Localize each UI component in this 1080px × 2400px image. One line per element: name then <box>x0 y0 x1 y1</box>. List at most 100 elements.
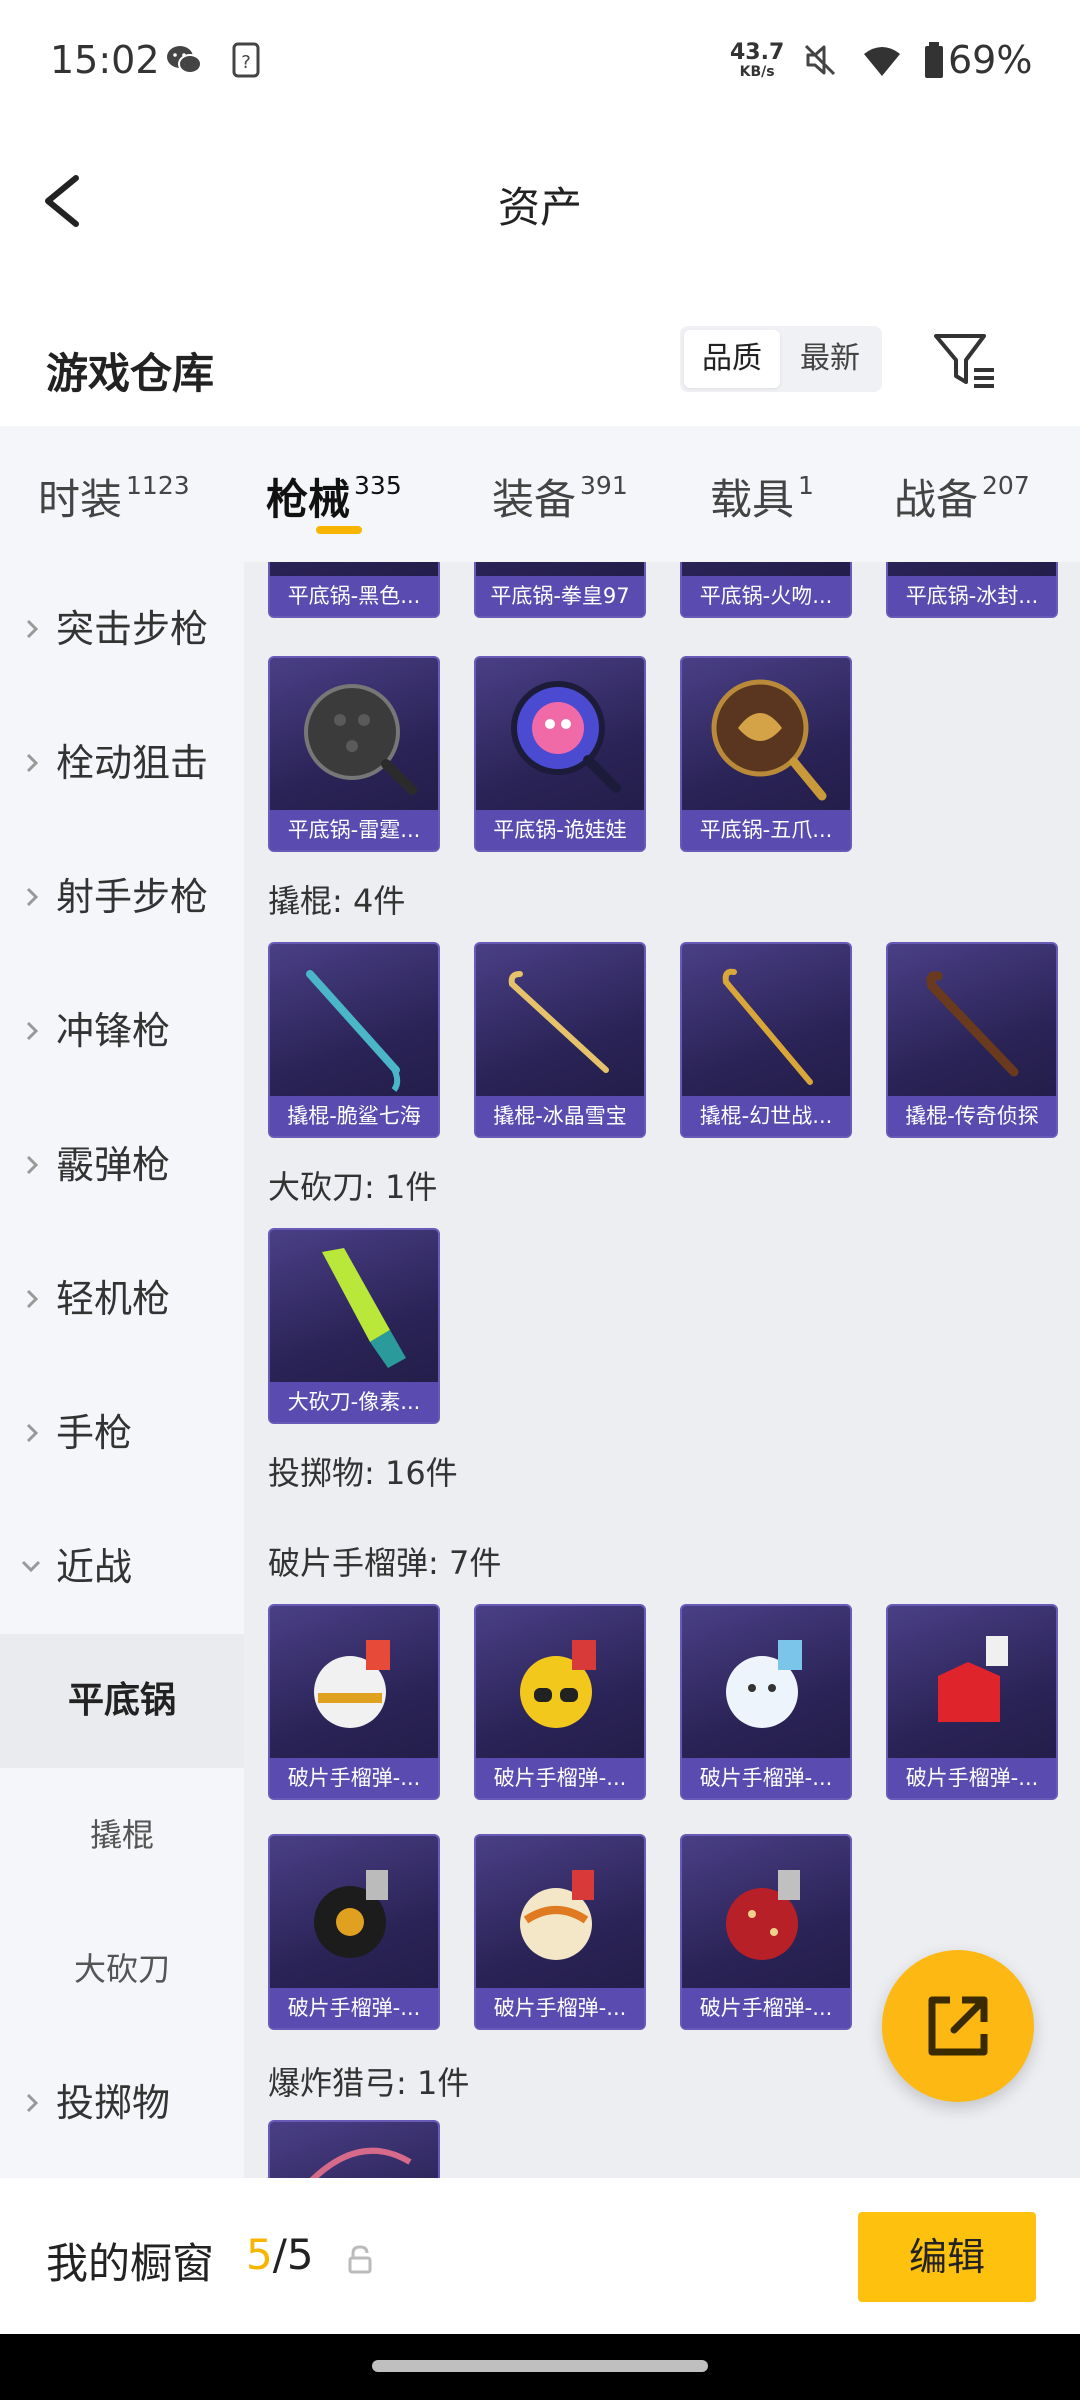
item-name: 破片手榴弹-... <box>682 1988 850 2028</box>
item-name: 平底锅-雷霆... <box>270 810 438 850</box>
status-bar: 15:02 ? 43.7 KB/s 69% <box>0 0 1080 124</box>
mute-icon <box>804 44 836 76</box>
item-card[interactable]: 破片手榴弹-... <box>474 1834 646 2030</box>
sidebar-item-melee[interactable]: 近战 <box>0 1500 244 1634</box>
item-card[interactable]: 平底锅-拳皇97 <box>474 562 646 618</box>
sidebar-item-shotgun[interactable]: 霰弹枪 <box>0 1098 244 1232</box>
chevron-right-icon <box>26 887 39 907</box>
app-header: 资产 <box>0 124 1080 274</box>
pan-image <box>711 679 827 801</box>
grenade-image <box>520 1640 596 1728</box>
tab-count: 207 <box>982 471 1030 500</box>
grenade-image <box>726 1870 800 1960</box>
chevron-down-icon <box>21 1560 41 1573</box>
sidebar-item-label: 霰弹枪 <box>56 1143 171 1187</box>
item-card[interactable]: 平底锅-火吻... <box>680 562 852 618</box>
item-grid: 平底锅-黑色... 平底锅-拳皇97 平底锅-火吻... 平底锅-冰封... 平… <box>244 562 1080 2178</box>
sidebar-item-label: 投掷物 <box>56 2081 171 2125</box>
sidebar-item-throwable[interactable]: 投掷物 <box>0 2036 244 2170</box>
chevron-right-icon <box>26 1423 39 1443</box>
unknown-app-icon: ? <box>232 42 260 78</box>
item-card[interactable]: 破片手榴弹-... <box>886 1604 1058 1800</box>
sidebar-item-smg[interactable]: 冲锋枪 <box>0 964 244 1098</box>
sidebar-item-lmg[interactable]: 轻机枪 <box>0 1232 244 1366</box>
network-speed: 43.7 KB/s <box>730 40 785 81</box>
item-card[interactable]: 平底锅-冰封... <box>886 562 1058 618</box>
sidebar-item-pistol[interactable]: 手枪 <box>0 1366 244 1500</box>
item-card[interactable]: 破片手榴弹-... <box>680 1604 852 1800</box>
item-card[interactable]: 大砍刀-像素... <box>268 1228 440 1424</box>
item-card[interactable]: 平底锅-雷霆... <box>268 656 440 852</box>
item-card[interactable]: 平底锅-诡娃娃 <box>474 656 646 852</box>
tab-guns[interactable]: 枪械 335 <box>266 466 402 527</box>
sidebar-sub-pan[interactable]: 平底锅 <box>0 1634 244 1768</box>
tab-fashion[interactable]: 时装 1123 <box>38 466 190 527</box>
net-speed-value: 43.7 <box>730 40 785 65</box>
tab-label: 装备 <box>492 475 577 524</box>
tab-label: 战备 <box>894 475 979 524</box>
sort-toggle: 品质 最新 <box>680 326 882 392</box>
chevron-right-icon <box>26 619 39 639</box>
sidebar-sub-machete[interactable]: 大砍刀 <box>0 1902 244 2036</box>
showcase-bar: 我的橱窗 5/5 编辑 <box>0 2178 1080 2334</box>
item-card[interactable]: 平底锅-五爪... <box>680 656 852 852</box>
item-card[interactable]: 撬棍-幻世战... <box>680 942 852 1138</box>
item-card[interactable]: 撬棍-传奇侦探 <box>886 942 1058 1138</box>
category-sidebar: 突击步枪 栓动狙击 射手步枪 冲锋枪 霰弹枪 轻机枪 手枪 近战 平底锅 撬棍 … <box>0 562 244 2178</box>
system-nav-bar <box>0 2334 1080 2400</box>
item-name: 撬棍-幻世战... <box>682 1096 850 1136</box>
sidebar-item-bolt-sniper[interactable]: 栓动狙击 <box>0 696 244 830</box>
sidebar-item-label: 冲锋枪 <box>56 1009 171 1053</box>
svg-text:?: ? <box>241 52 251 73</box>
item-card[interactable]: 平底锅-黑色... <box>268 562 440 618</box>
item-name: 平底锅-五爪... <box>682 810 850 850</box>
sidebar-item-marksman-rifle[interactable]: 射手步枪 <box>0 830 244 964</box>
filter-icon[interactable] <box>930 326 1000 396</box>
net-speed-unit: KB/s <box>739 64 775 80</box>
item-card[interactable]: 破片手榴弹-... <box>268 1604 440 1800</box>
grenade-image <box>726 1640 802 1728</box>
chevron-right-icon <box>26 753 39 773</box>
crowbar-image <box>722 968 813 1085</box>
item-name: 破片手榴弹-... <box>270 1758 438 1798</box>
grenade-image <box>314 1640 390 1728</box>
tab-label: 枪械 <box>266 475 351 524</box>
tab-supplies[interactable]: 战备 207 <box>894 466 1030 527</box>
item-card[interactable]: 破片手榴弹-... <box>680 1834 852 2030</box>
tab-equipment[interactable]: 装备 391 <box>492 466 628 527</box>
item-card[interactable]: 撬棍-冰晶雪宝 <box>474 942 646 1138</box>
crowbar-image <box>306 970 401 1092</box>
item-card[interactable]: 破片手榴弹-... <box>268 1834 440 2030</box>
share-button[interactable] <box>882 1950 1034 2102</box>
group-label-crowbar: 撬棍: 4件 <box>268 882 406 920</box>
tab-count: 1 <box>798 471 814 500</box>
page-title: 资产 <box>497 183 582 232</box>
grenade-image <box>938 1636 1008 1722</box>
warehouse-header: 游戏仓库 品质 最新 <box>0 300 1080 426</box>
sidebar-item-label: 近战 <box>56 1545 133 1589</box>
item-name: 平底锅-拳皇97 <box>476 576 644 616</box>
grenade-image <box>520 1870 594 1960</box>
item-name: 平底锅-黑色... <box>270 576 438 616</box>
grenade-image <box>314 1870 388 1958</box>
item-card[interactable]: 撬棍-脆鲨七海 <box>268 942 440 1138</box>
edit-button[interactable]: 编辑 <box>858 2212 1036 2302</box>
item-name: 破片手榴弹-... <box>476 1988 644 2028</box>
sidebar-item-assault-rifle[interactable]: 突击步枪 <box>0 562 244 696</box>
tab-vehicles[interactable]: 载具 1 <box>710 466 814 527</box>
item-name: 撬棍-冰晶雪宝 <box>476 1096 644 1136</box>
sidebar-item-label: 轻机枪 <box>56 1277 171 1321</box>
group-label-explosive-bow: 爆炸猎弓: 1件 <box>268 2064 470 2102</box>
home-gesture-bar[interactable] <box>372 2360 708 2372</box>
sort-newest[interactable]: 最新 <box>782 330 878 388</box>
group-label-frag: 破片手榴弹: 7件 <box>268 1544 502 1582</box>
pan-image <box>304 684 417 795</box>
item-card[interactable]: 破片手榴弹-... <box>474 1604 646 1800</box>
machete-image <box>322 1248 406 1368</box>
share-icon <box>928 1996 988 2056</box>
sidebar-sub-crowbar[interactable]: 撬棍 <box>0 1768 244 1902</box>
showcase-total: 5 <box>286 2230 314 2279</box>
sort-quality[interactable]: 品质 <box>684 330 780 388</box>
chevron-right-icon <box>26 2093 39 2113</box>
item-card[interactable] <box>268 2120 440 2178</box>
